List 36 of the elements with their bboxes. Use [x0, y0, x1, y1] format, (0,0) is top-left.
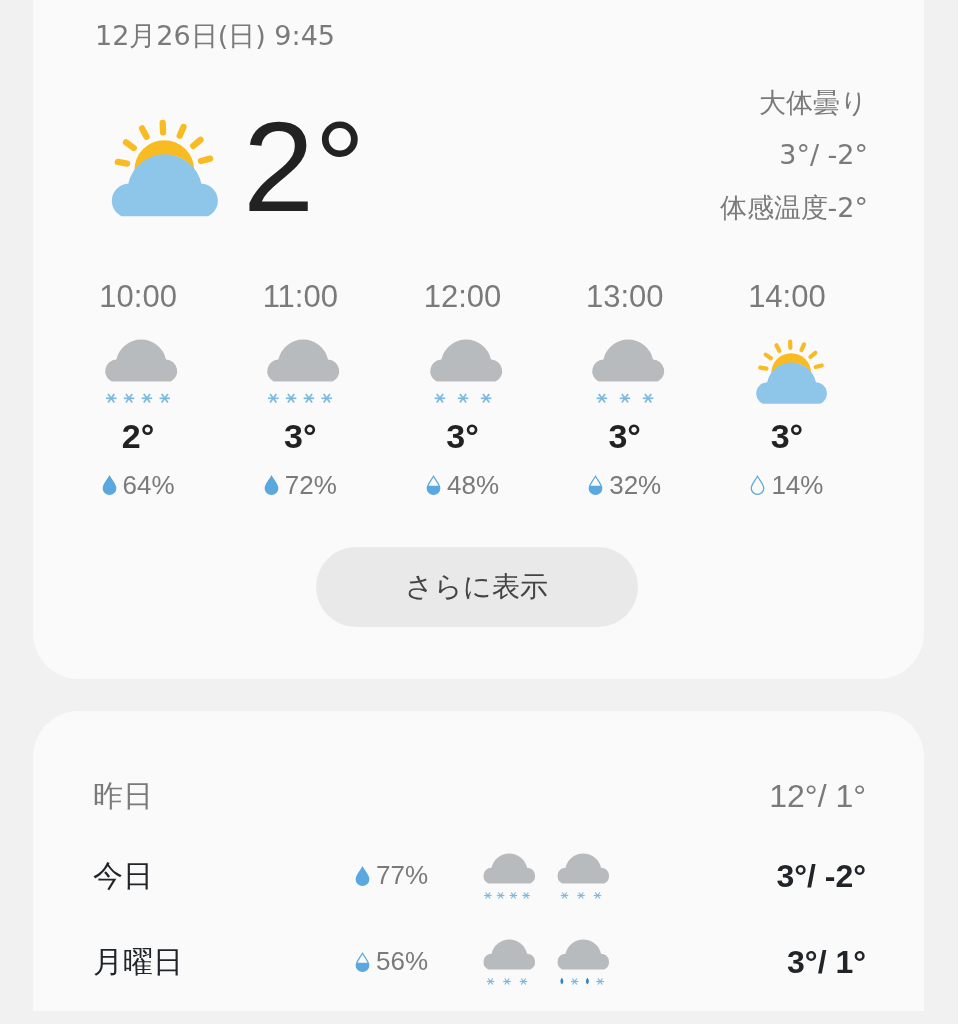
- weather-condition: 大体曇り: [759, 85, 868, 120]
- high-low-temperature: 3°/ 1°: [787, 942, 866, 982]
- raindrop-icon: [750, 475, 766, 496]
- precipitation-chance: 77%: [376, 859, 429, 893]
- hourly-temperature: 3°: [284, 415, 317, 457]
- raindrop-icon: [426, 475, 441, 496]
- date-time: 12月26日(日) 9:45: [95, 19, 336, 53]
- precipitation-chance: 14%: [771, 468, 824, 502]
- raindrop-icon: [101, 475, 117, 496]
- high-low-temperature: 3°/ -2°: [779, 138, 868, 173]
- hourly-temperature: 3°: [608, 415, 641, 457]
- precipitation-chance: 32%: [609, 468, 662, 502]
- hour-label: 12:00: [423, 278, 502, 317]
- raindrop-icon: [588, 475, 604, 496]
- day-label: 今日: [93, 857, 154, 896]
- hour-label: 10:00: [99, 278, 177, 317]
- hourly-temperature: 3°: [770, 415, 804, 457]
- hour-label: 13:00: [585, 278, 664, 317]
- raindrop-icon: [263, 475, 279, 496]
- current-temperature: 2°: [243, 103, 366, 232]
- hourly-temperature: 2°: [121, 415, 155, 457]
- precipitation-chance: 48%: [447, 468, 500, 502]
- raindrop-icon: [355, 865, 370, 886]
- raindrop-icon: [355, 951, 370, 972]
- precipitation-chance: 72%: [284, 468, 337, 502]
- hour-label: 14:00: [748, 278, 826, 317]
- day-label: 昨日: [93, 777, 154, 816]
- hour-label: 11:00: [262, 278, 338, 317]
- high-low-temperature: 12°/ 1°: [769, 776, 866, 816]
- feels-like-temperature: 体感温度-2°: [719, 190, 868, 225]
- precipitation-chance: 56%: [376, 945, 429, 979]
- show-more-button[interactable]: さらに表示: [315, 546, 638, 627]
- high-low-temperature: 3°/ -2°: [776, 856, 866, 896]
- day-label: 月曜日: [93, 943, 184, 982]
- hourly-temperature: 3°: [446, 415, 479, 457]
- precipitation-chance: 64%: [122, 468, 175, 502]
